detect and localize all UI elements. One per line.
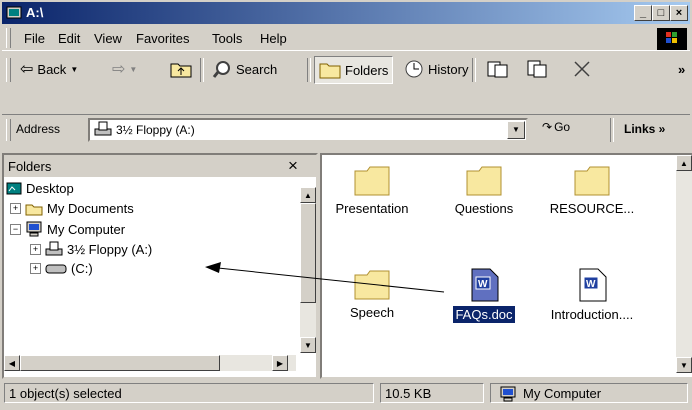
explorer-window: A:\ _ □ × File Edit View Favorites Tools… bbox=[0, 0, 692, 410]
status-size: 10.5 KB bbox=[380, 383, 484, 403]
status-selection: 1 object(s) selected bbox=[4, 383, 374, 403]
status-bar: 1 object(s) selected 10.5 KB My Computer bbox=[2, 380, 690, 406]
my-computer-icon bbox=[500, 386, 516, 402]
drag-arrow-annotation bbox=[205, 262, 445, 293]
status-location: My Computer bbox=[490, 383, 688, 403]
status-location-text: My Computer bbox=[523, 386, 602, 401]
